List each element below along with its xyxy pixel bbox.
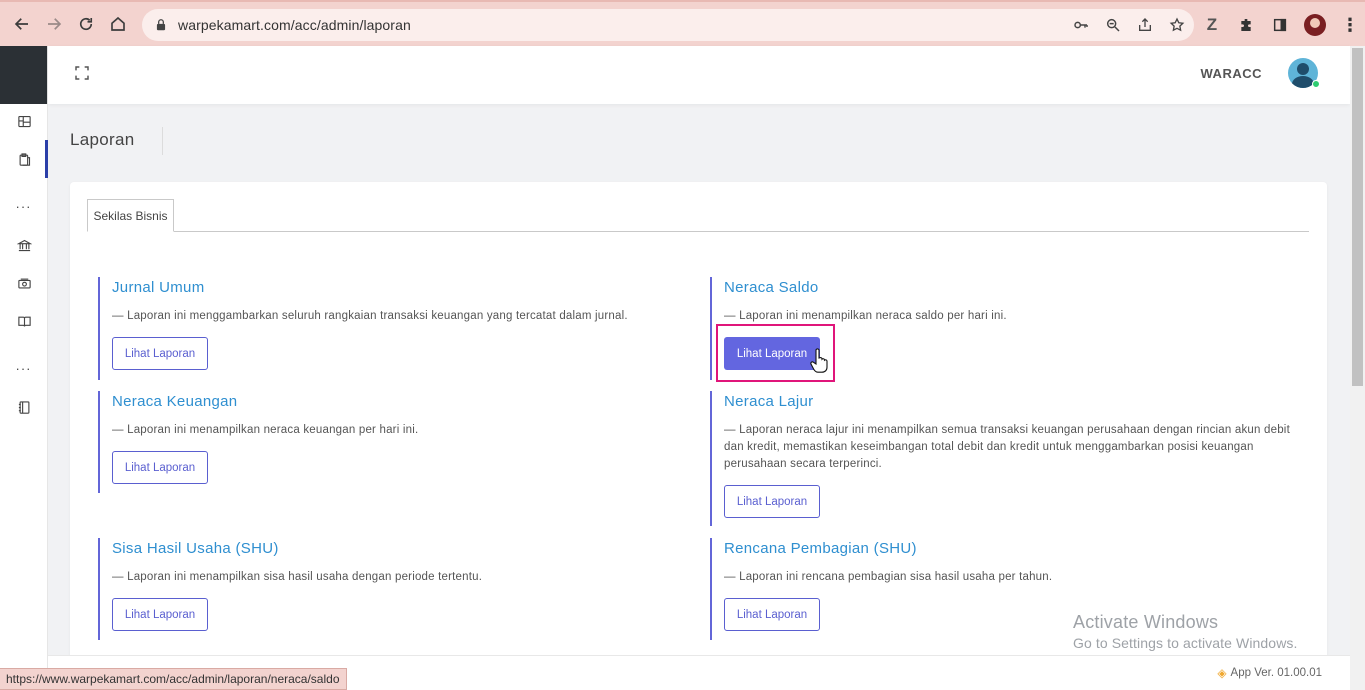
share-icon[interactable] xyxy=(1136,16,1154,34)
report-clipboard-icon[interactable] xyxy=(0,140,48,178)
sidebar-logo-area xyxy=(0,46,47,104)
notebook-icon[interactable] xyxy=(0,388,48,426)
link-status-url: https://www.warpekamart.com/acc/admin/la… xyxy=(0,668,347,690)
report-sisa-hasil-usaha: Sisa Hasil Usaha (SHU) — Laporan ini men… xyxy=(98,538,658,640)
cash-icon[interactable] xyxy=(0,264,48,302)
profile-avatar[interactable] xyxy=(1304,14,1326,36)
report-description: — Laporan ini rencana pembagian sisa has… xyxy=(724,571,1053,583)
app-version: ◈ App Ver. 01.00.01 xyxy=(1217,666,1322,680)
report-description: — Laporan neraca lajur ini menampilkan s… xyxy=(724,424,1290,470)
extensions-puzzle-icon[interactable] xyxy=(1236,15,1256,35)
watermark-title: Activate Windows xyxy=(1073,612,1219,632)
report-description: — Laporan ini menampilkan neraca keuanga… xyxy=(112,424,419,436)
online-status-dot xyxy=(1312,80,1320,88)
user-name[interactable]: WARACC xyxy=(1201,66,1263,81)
more-dots-icon: ··· xyxy=(15,360,32,376)
report-title[interactable]: Neraca Saldo xyxy=(724,279,1300,296)
page-scrollbar[interactable] xyxy=(1350,46,1365,690)
layers-icon: ◈ xyxy=(1217,666,1227,680)
page-title: Laporan xyxy=(70,130,135,149)
address-url: warpekamart.com/acc/admin/laporan xyxy=(178,17,411,33)
zoom-icon[interactable] xyxy=(1104,16,1122,34)
back-icon[interactable] xyxy=(6,8,38,40)
report-description: — Laporan ini menampilkan sisa hasil usa… xyxy=(112,571,483,583)
key-icon[interactable] xyxy=(1072,16,1090,34)
report-description: — Laporan ini menampilkan neraca saldo p… xyxy=(724,310,1007,322)
view-report-button[interactable]: Lihat Laporan xyxy=(112,451,208,484)
lock-icon xyxy=(156,19,166,31)
bookmark-star-icon[interactable] xyxy=(1168,16,1186,34)
sidebar: ··· ··· xyxy=(0,46,48,690)
zotero-extension-icon[interactable]: Z xyxy=(1202,15,1222,35)
scrollbar-thumb[interactable] xyxy=(1352,48,1363,386)
tab-underline xyxy=(87,231,1309,232)
report-title[interactable]: Rencana Pembagian (SHU) xyxy=(724,540,1290,557)
fullscreen-icon[interactable] xyxy=(74,65,90,81)
report-title[interactable]: Jurnal Umum xyxy=(112,279,658,296)
dashboard-icon[interactable] xyxy=(0,102,48,140)
home-icon[interactable] xyxy=(102,8,134,40)
report-title[interactable]: Sisa Hasil Usaha (SHU) xyxy=(112,540,658,557)
reload-icon[interactable] xyxy=(70,8,102,40)
hand-cursor-icon xyxy=(810,348,828,373)
tab-sekilas-bisnis[interactable]: Sekilas Bisnis xyxy=(87,199,174,232)
report-neraca-lajur: Neraca Lajur — Laporan neraca lajur ini … xyxy=(710,391,1290,526)
report-title[interactable]: Neraca Keuangan xyxy=(112,393,658,410)
windows-activation-watermark: Activate Windows Go to Settings to activ… xyxy=(1073,612,1298,651)
view-report-button[interactable]: Lihat Laporan xyxy=(724,598,820,631)
view-report-button[interactable]: Lihat Laporan xyxy=(112,598,208,631)
side-panel-icon[interactable] xyxy=(1270,15,1290,35)
menu-kebab-icon[interactable]: ⋮ xyxy=(1340,15,1360,35)
view-report-button[interactable]: Lihat Laporan xyxy=(724,485,820,518)
browser-toolbar: warpekamart.com/acc/admin/laporan Z ⋮ xyxy=(0,0,1365,46)
forward-icon[interactable] xyxy=(38,8,70,40)
report-description: — Laporan ini menggambarkan seluruh rang… xyxy=(112,310,628,322)
title-divider xyxy=(162,127,163,155)
address-bar[interactable]: warpekamart.com/acc/admin/laporan xyxy=(142,9,1194,41)
more-dots-icon: ··· xyxy=(15,198,32,214)
report-jurnal-umum: Jurnal Umum — Laporan ini menggambarkan … xyxy=(98,277,658,380)
watermark-subtitle: Go to Settings to activate Windows. xyxy=(1073,635,1298,651)
report-title[interactable]: Neraca Lajur xyxy=(724,393,1290,410)
top-header: WARACC xyxy=(48,46,1350,104)
view-report-button[interactable]: Lihat Laporan xyxy=(112,337,208,370)
bank-icon[interactable] xyxy=(0,226,48,264)
report-neraca-keuangan: Neraca Keuangan — Laporan ini menampilka… xyxy=(98,391,658,493)
app-version-label: App Ver. 01.00.01 xyxy=(1230,667,1322,679)
book-icon[interactable] xyxy=(0,302,48,340)
